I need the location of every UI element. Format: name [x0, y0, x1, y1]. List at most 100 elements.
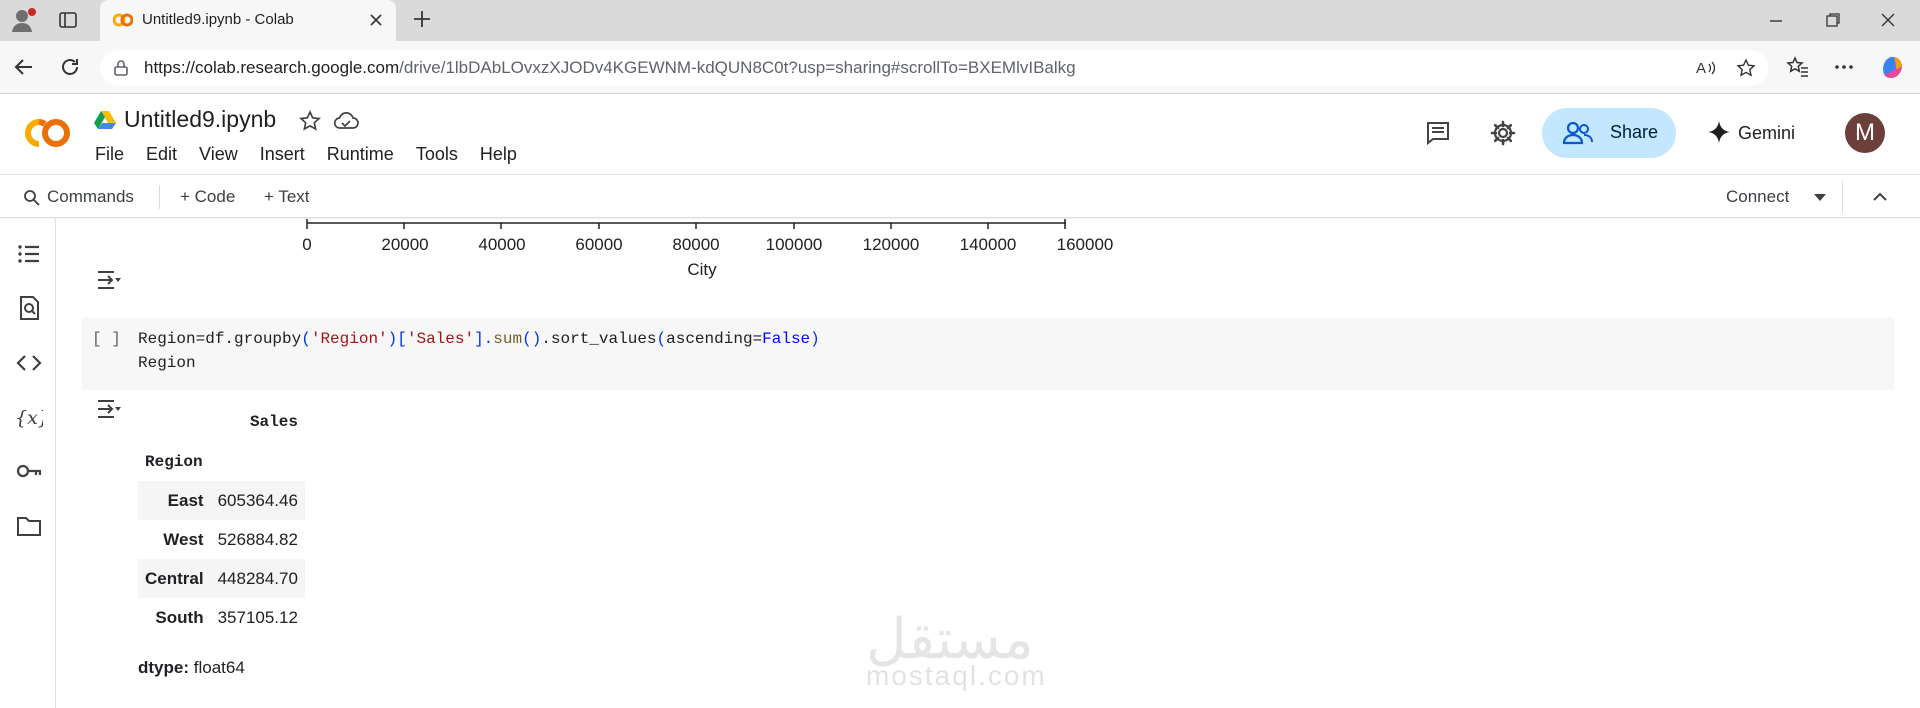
x-tick-label: 40000 — [478, 235, 526, 254]
menu-edit[interactable]: Edit — [146, 144, 187, 165]
new-tab-icon[interactable] — [412, 9, 432, 29]
row-value: 605364.46 — [217, 490, 298, 510]
x-axis-label: City — [687, 260, 717, 279]
dtype-value: float64 — [193, 658, 245, 677]
google-drive-icon — [94, 110, 116, 130]
add-text-button[interactable]: + Text — [264, 187, 310, 207]
svg-text:{x}: {x} — [15, 407, 43, 429]
row-label: Central — [145, 568, 204, 588]
url-text: https://colab.research.google.com/drive/… — [144, 58, 1076, 77]
menubar: File Edit View Insert Runtime Tools Help — [95, 144, 539, 165]
avatar[interactable]: M — [1845, 113, 1885, 153]
restore-icon[interactable] — [1825, 12, 1841, 28]
menu-view[interactable]: View — [199, 144, 248, 165]
back-icon[interactable] — [12, 55, 36, 79]
connect-dropdown-icon[interactable] — [1812, 189, 1828, 205]
comments-icon[interactable] — [1424, 119, 1452, 147]
table-row: East 605364.46 — [138, 481, 305, 520]
x-tick-label: 60000 — [575, 235, 623, 254]
profile-icon[interactable] — [10, 6, 38, 34]
notebook-toolbar: Commands + Code + Text Connect — [0, 174, 1920, 218]
menu-runtime[interactable]: Runtime — [327, 144, 404, 165]
row-label: South — [155, 607, 204, 627]
row-value: 448284.70 — [217, 568, 298, 588]
dtype-label: dtype: — [138, 658, 189, 677]
row-label: East — [167, 490, 204, 510]
cloud-save-icon[interactable] — [333, 110, 359, 132]
table-corner — [138, 402, 211, 442]
menu-tools[interactable]: Tools — [416, 144, 468, 165]
browser-address-bar: https://colab.research.google.com/drive/… — [0, 41, 1920, 94]
code-line[interactable]: Region — [138, 354, 196, 372]
colab-logo-icon[interactable] — [22, 116, 74, 150]
output-table: Sales Region East 605364.46 West 526884.… — [138, 402, 305, 637]
table-row: Central 448284.70 — [138, 559, 305, 598]
url-field[interactable]: https://colab.research.google.com/drive/… — [100, 50, 1768, 86]
tab-actions-icon[interactable] — [58, 10, 78, 30]
share-button[interactable]: Share — [1542, 108, 1676, 158]
add-code-button[interactable]: + Code — [180, 187, 235, 207]
share-label: Share — [1610, 122, 1659, 142]
output-actions-icon[interactable] — [95, 398, 123, 420]
people-icon — [1562, 120, 1594, 146]
column-header-sales: Sales — [249, 413, 298, 431]
x-tick-label: 100000 — [765, 235, 823, 254]
row-value: 357105.12 — [217, 607, 298, 627]
favorite-star-icon[interactable] — [1736, 58, 1756, 78]
site-info-icon[interactable] — [112, 59, 130, 77]
menu-file[interactable]: File — [95, 144, 134, 165]
x-tick-label: 140000 — [959, 235, 1017, 254]
x-tick-label: 20000 — [381, 235, 429, 254]
row-value: 526884.82 — [217, 529, 298, 549]
browser-tab-strip: Untitled9.ipynb - Colab — [0, 0, 1920, 41]
svg-text:A: A — [1696, 60, 1706, 77]
watermark-latin: mostaql.com — [866, 660, 1047, 691]
menu-insert[interactable]: Insert — [260, 144, 315, 165]
toolbar-divider — [159, 185, 160, 209]
x-tick-label: 160000 — [1056, 235, 1114, 254]
table-row: West 526884.82 — [138, 520, 305, 559]
code-line[interactable]: Region=df.groupby('Region')['Sales'].sum… — [138, 330, 820, 348]
settings-gear-icon[interactable] — [1489, 119, 1517, 147]
toolbar-divider-right — [1842, 181, 1843, 213]
window-close-icon[interactable] — [1880, 12, 1896, 28]
menu-help[interactable]: Help — [480, 144, 527, 165]
find-replace-icon[interactable] — [15, 294, 43, 322]
x-tick-label: 120000 — [862, 235, 920, 254]
code-cell[interactable]: [ ] Region=df.groupby('Region')['Sales']… — [82, 318, 1894, 390]
table-row: South 357105.12 — [138, 598, 305, 637]
notebook-title[interactable]: Untitled9.ipynb — [124, 106, 276, 133]
secrets-key-icon[interactable] — [15, 457, 43, 485]
dtype-line: dtype: float64 — [138, 658, 245, 678]
gemini-label[interactable]: Gemini — [1738, 123, 1795, 144]
index-header-region: Region — [145, 452, 203, 471]
files-folder-icon[interactable] — [15, 512, 43, 540]
output-actions-icon[interactable] — [95, 269, 123, 291]
row-label: West — [163, 529, 204, 549]
collapse-chevron-up-icon[interactable] — [1871, 188, 1889, 206]
star-icon[interactable] — [298, 109, 322, 133]
connect-button[interactable]: Connect — [1726, 187, 1789, 207]
copilot-icon[interactable] — [1878, 52, 1908, 82]
tab-title: Untitled9.ipynb - Colab — [142, 11, 294, 28]
colab-header: Untitled9.ipynb File Edit View Insert Ru… — [0, 94, 1920, 174]
cell-execution-count[interactable]: [ ] — [92, 330, 121, 348]
favorites-icon[interactable] — [1786, 55, 1810, 79]
x-tick-label: 0 — [302, 235, 312, 254]
reload-icon[interactable] — [58, 55, 82, 79]
table-of-contents-icon[interactable] — [15, 240, 43, 268]
more-options-icon[interactable] — [1832, 55, 1856, 79]
read-aloud-icon[interactable]: A — [1696, 58, 1718, 78]
commands-button[interactable]: Commands — [47, 187, 134, 207]
code-snippets-icon[interactable] — [15, 349, 43, 377]
colab-favicon-icon — [113, 12, 133, 28]
gemini-sparkle-icon[interactable] — [1707, 120, 1731, 144]
minimize-icon[interactable] — [1768, 12, 1784, 28]
empty-header-cell — [211, 442, 305, 481]
tab-close-icon[interactable] — [368, 12, 384, 28]
x-tick-label: 80000 — [672, 235, 720, 254]
left-sidebar-rail: {x} — [0, 219, 56, 708]
search-icon — [23, 189, 41, 207]
variables-icon[interactable]: {x} — [15, 403, 43, 431]
browser-tab-active[interactable]: Untitled9.ipynb - Colab — [100, 0, 396, 41]
